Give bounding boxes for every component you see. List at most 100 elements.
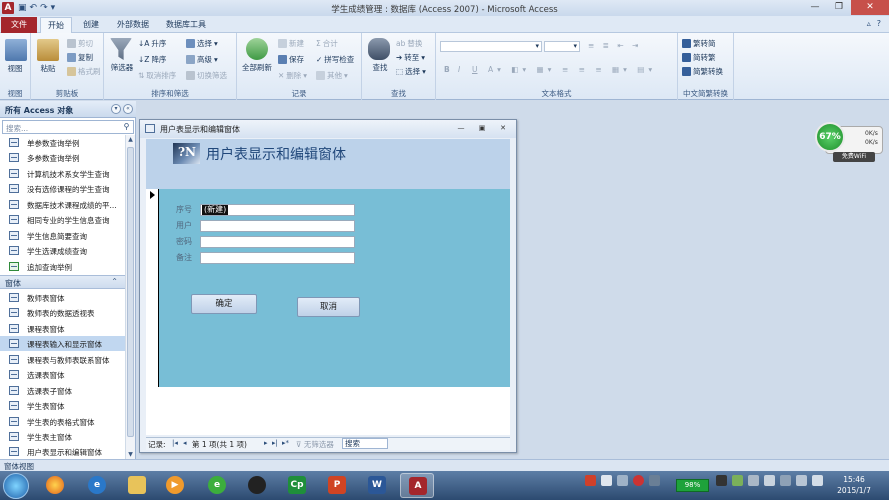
tray-mute-icon[interactable] [649,475,660,486]
battery-indicator[interactable]: 98% [676,479,709,492]
taskbar-app-qq[interactable] [240,473,274,498]
filter-icon[interactable] [110,38,132,60]
nav-form-item[interactable]: 教师表窗体 [0,290,126,305]
simp-to-trad-button[interactable]: 简转繁 [682,52,716,63]
taskbar-app-word[interactable]: W [360,473,394,498]
taskbar-app-media[interactable]: ▶ [158,473,192,498]
nav-header[interactable]: 所有 Access 对象 ▾ « [0,101,136,118]
tray-flag-icon[interactable] [780,475,791,486]
network-speed-widget[interactable]: 67% 0K/s 0K/s 免费WiFi [815,122,883,162]
user-field[interactable] [200,220,355,232]
spelling-button[interactable]: ✓ 拼写检查 [316,54,354,65]
tray-volume-icon[interactable] [764,475,775,486]
nav-form-item[interactable]: 学生表窗体 [0,398,126,413]
nav-query-item[interactable]: 多参数查询举例 [0,150,126,165]
copy-button[interactable]: 复制 [67,52,93,63]
color-buttons[interactable]: A▾ ◧▾ ▦▾ [488,65,555,74]
collapse-section-icon[interactable]: ⌃ [111,277,118,286]
record-search-input[interactable]: 搜索 [342,438,388,449]
nav-section-forms[interactable]: 窗体 ⌃ [0,275,126,289]
sort-ascending-button[interactable]: ↓A 升序 [138,38,166,49]
password-field[interactable] [200,236,355,248]
tab-external-data[interactable]: 外部数据 [110,17,156,33]
view-button[interactable]: 视图 [0,63,30,74]
help-icon[interactable]: ? [877,19,881,28]
nav-query-item[interactable]: 相同专业的学生信息查询 [0,212,126,227]
start-button[interactable] [3,473,29,499]
next-record-icon[interactable]: ▸ [264,439,268,447]
first-record-icon[interactable]: |◂ [172,439,178,447]
trad-to-simp-button[interactable]: 繁转简 [682,38,716,49]
record-selector[interactable] [146,189,159,387]
minimize-ribbon-icon[interactable]: ▵ [867,19,871,28]
paste-button[interactable]: 粘贴 [33,63,63,74]
selection-button[interactable]: 选择 ▾ [186,38,218,49]
align-buttons[interactable]: ≡ ≡ ≡ ▦▾ ▤▾ [562,65,656,74]
sort-descending-button[interactable]: ↓Z 降序 [138,54,166,65]
nav-form-item[interactable]: 选课表子窗体 [0,383,126,398]
scroll-thumb[interactable] [127,147,134,437]
nav-query-item[interactable]: 学生信息简要查询 [0,228,126,243]
font-size-select[interactable]: ▾ [544,41,580,52]
nav-form-item[interactable]: 选课表窗体 [0,367,126,382]
tray-wechat-icon[interactable] [732,475,743,486]
new-record-button[interactable]: 新建 [278,38,304,49]
goto-button[interactable]: ➔ 转至 ▾ [396,52,425,63]
form-restore-button[interactable]: ▣ [473,123,491,134]
taskbar-clock[interactable]: 15:46 2015/1/7 [828,474,880,496]
no-filter-indicator[interactable]: ⊽ 无筛选器 [296,439,334,450]
save-record-button[interactable]: 保存 [278,54,304,65]
format-painter-button[interactable]: 格式刷 [67,66,101,77]
nav-form-item[interactable]: 课程表与教师表联系窗体 [0,352,126,367]
tray-antivirus-icon[interactable] [633,475,644,486]
paste-icon[interactable] [37,39,59,61]
free-wifi-button[interactable]: 免费WiFi [833,152,875,162]
replace-button[interactable]: ab 替换 [396,38,422,49]
tab-database-tools[interactable]: 数据库工具 [160,17,212,33]
bold-button[interactable]: B [444,65,450,74]
tray-keyboard-icon[interactable] [601,475,612,486]
font-name-select[interactable]: ▾ [440,41,542,52]
taskbar-app-cp[interactable]: Cp [280,473,314,498]
nav-form-item[interactable]: 教师表的数据透视表 [0,305,126,320]
new-record-nav-icon[interactable]: ▸* [282,439,289,447]
note-field[interactable] [200,252,355,264]
clear-sort-button[interactable]: ⇅ 取消排序 [138,70,176,81]
shutter-bar-icon[interactable]: « [123,104,133,114]
convert-button[interactable]: 简繁转换 [682,66,723,77]
tab-create[interactable]: 创建 [76,17,106,33]
nav-query-item[interactable]: 追加查询举例 [0,259,126,274]
taskbar-app-gallery[interactable] [38,473,72,498]
scroll-down-icon[interactable]: ▼ [126,450,135,459]
nav-query-item[interactable]: 学生选课成绩查询 [0,243,126,258]
id-field[interactable]: (新建) [200,204,355,216]
view-icon[interactable] [5,39,27,61]
close-button[interactable]: ✕ [851,0,889,15]
totals-button[interactable]: Σ 合计 [316,38,338,49]
nav-scrollbar[interactable]: ▲ ▼ [125,135,135,459]
nav-query-item[interactable]: 数据库技术课程成绩的平... [0,197,126,212]
nav-form-item[interactable]: 课程表窗体 [0,321,126,336]
toggle-filter-button[interactable]: 切换筛选 [186,70,227,81]
form-window-titlebar[interactable]: 用户表显示和编辑窗体 — ▣ ✕ [140,120,516,138]
tray-app-icon[interactable] [617,475,628,486]
underline-button[interactable]: U [472,65,478,74]
refresh-icon[interactable] [246,38,268,60]
find-button[interactable]: 查找 [365,62,395,73]
ok-button[interactable]: 确定 [191,294,257,314]
taskbar-app-360[interactable]: e [200,473,234,498]
nav-form-item[interactable]: 用户表显示和编辑窗体 [0,444,126,459]
taskbar-app-explorer[interactable] [120,473,154,498]
nav-query-item[interactable]: 单参数查询举例 [0,135,126,150]
advanced-button[interactable]: 高级 ▾ [186,54,218,65]
taskbar-app-access[interactable]: A [400,473,434,498]
record-position[interactable]: 第 1 项(共 1 项) [192,439,247,450]
binoculars-icon[interactable] [368,38,390,60]
scroll-up-icon[interactable]: ▲ [126,135,135,144]
refresh-all-button[interactable]: 全部刷新 [239,62,275,73]
cut-button[interactable]: 剪切 [67,38,93,49]
search-icon[interactable]: ⚲ [121,122,132,132]
tray-network-icon[interactable] [748,475,759,486]
previous-record-icon[interactable]: ◂ [183,439,187,447]
taskbar-app-ie[interactable]: e [80,473,114,498]
